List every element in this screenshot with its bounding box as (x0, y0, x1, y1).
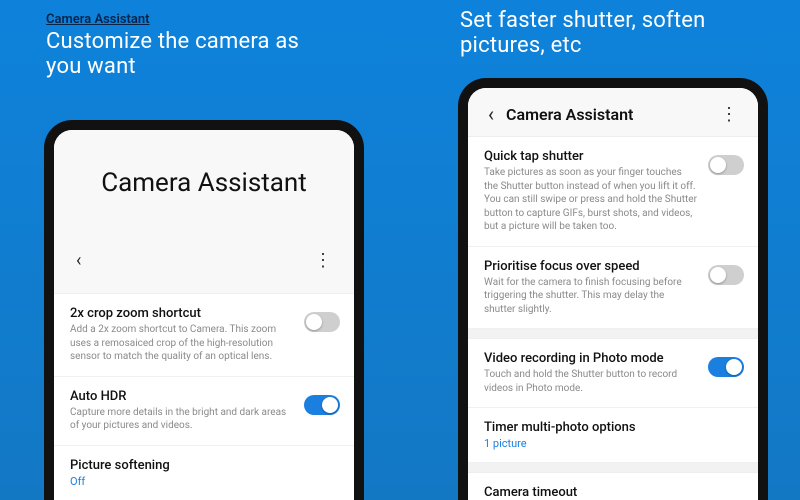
row-picture-softening[interactable]: Picture softening Off (54, 446, 354, 500)
row-camera-timeout[interactable]: Camera timeout 2 minutes (468, 473, 758, 500)
toolbar-right: ‹ Camera Assistant ⋮ (468, 88, 758, 136)
setting-desc: Touch and hold the Shutter button to rec… (484, 368, 698, 395)
setting-value: Off (70, 475, 330, 488)
setting-name: Timer multi-photo options (484, 420, 734, 435)
toggle-auto-hdr[interactable] (304, 395, 340, 415)
more-icon[interactable]: ⋮ (714, 102, 744, 127)
row-2x-crop-zoom[interactable]: 2x crop zoom shortcut Add a 2x zoom shor… (54, 294, 354, 377)
back-icon[interactable]: ‹ (70, 246, 87, 275)
left-promo: Camera Assistant Customize the camera as… (40, 0, 384, 80)
row-timer-multi[interactable]: Timer multi-photo options 1 picture (468, 408, 758, 463)
setting-desc: Add a 2x zoom shortcut to Camera. This z… (70, 323, 294, 364)
back-icon[interactable]: ‹ (482, 98, 500, 130)
phone-mock-left: Camera Assistant ‹ ⋮ 2x crop zoom shortc… (44, 120, 364, 500)
settings-list-left: 2x crop zoom shortcut Add a 2x zoom shor… (54, 293, 354, 500)
screen-right: ‹ Camera Assistant ⋮ Quick tap shutter T… (468, 88, 758, 500)
setting-name: 2x crop zoom shortcut (70, 306, 294, 321)
section-gap (468, 329, 758, 339)
row-prioritise-focus[interactable]: Prioritise focus over speed Wait for the… (468, 247, 758, 330)
row-video-in-photo[interactable]: Video recording in Photo mode Touch and … (468, 339, 758, 408)
setting-name: Video recording in Photo mode (484, 351, 698, 366)
toggle-video-in-photo[interactable] (708, 357, 744, 377)
promo-headline: Customize the camera as you want (46, 29, 378, 80)
setting-desc: Wait for the camera to finish focusing b… (484, 276, 698, 317)
settings-list-right: Quick tap shutter Take pictures as soon … (468, 136, 758, 500)
row-auto-hdr[interactable]: Auto HDR Capture more details in the bri… (54, 377, 354, 446)
page-title: Camera Assistant (500, 105, 714, 124)
phone-mock-right: ‹ Camera Assistant ⋮ Quick tap shutter T… (458, 78, 768, 500)
promo-tag-link[interactable]: Camera Assistant (46, 12, 150, 27)
setting-value: 1 picture (484, 437, 734, 450)
setting-name: Quick tap shutter (484, 149, 698, 164)
toggle-prioritise-focus[interactable] (708, 265, 744, 285)
promo-headline: Set faster shutter, soften pictures, etc (460, 8, 758, 59)
toggle-quick-tap[interactable] (708, 155, 744, 175)
setting-name: Prioritise focus over speed (484, 259, 698, 274)
section-gap (468, 463, 758, 473)
row-quick-tap[interactable]: Quick tap shutter Take pictures as soon … (468, 137, 758, 247)
setting-name: Picture softening (70, 458, 330, 473)
toolbar-left: ‹ ⋮ (54, 238, 354, 293)
more-icon[interactable]: ⋮ (308, 248, 338, 273)
screen-left: Camera Assistant ‹ ⋮ 2x crop zoom shortc… (54, 130, 354, 500)
right-promo: Set faster shutter, soften pictures, etc (454, 0, 764, 59)
setting-desc: Capture more details in the bright and d… (70, 406, 294, 433)
page-big-title: Camera Assistant (54, 130, 354, 238)
setting-name: Camera timeout (484, 485, 734, 500)
toggle-2x-crop[interactable] (304, 312, 340, 332)
setting-name: Auto HDR (70, 389, 294, 404)
setting-desc: Take pictures as soon as your finger tou… (484, 166, 698, 234)
